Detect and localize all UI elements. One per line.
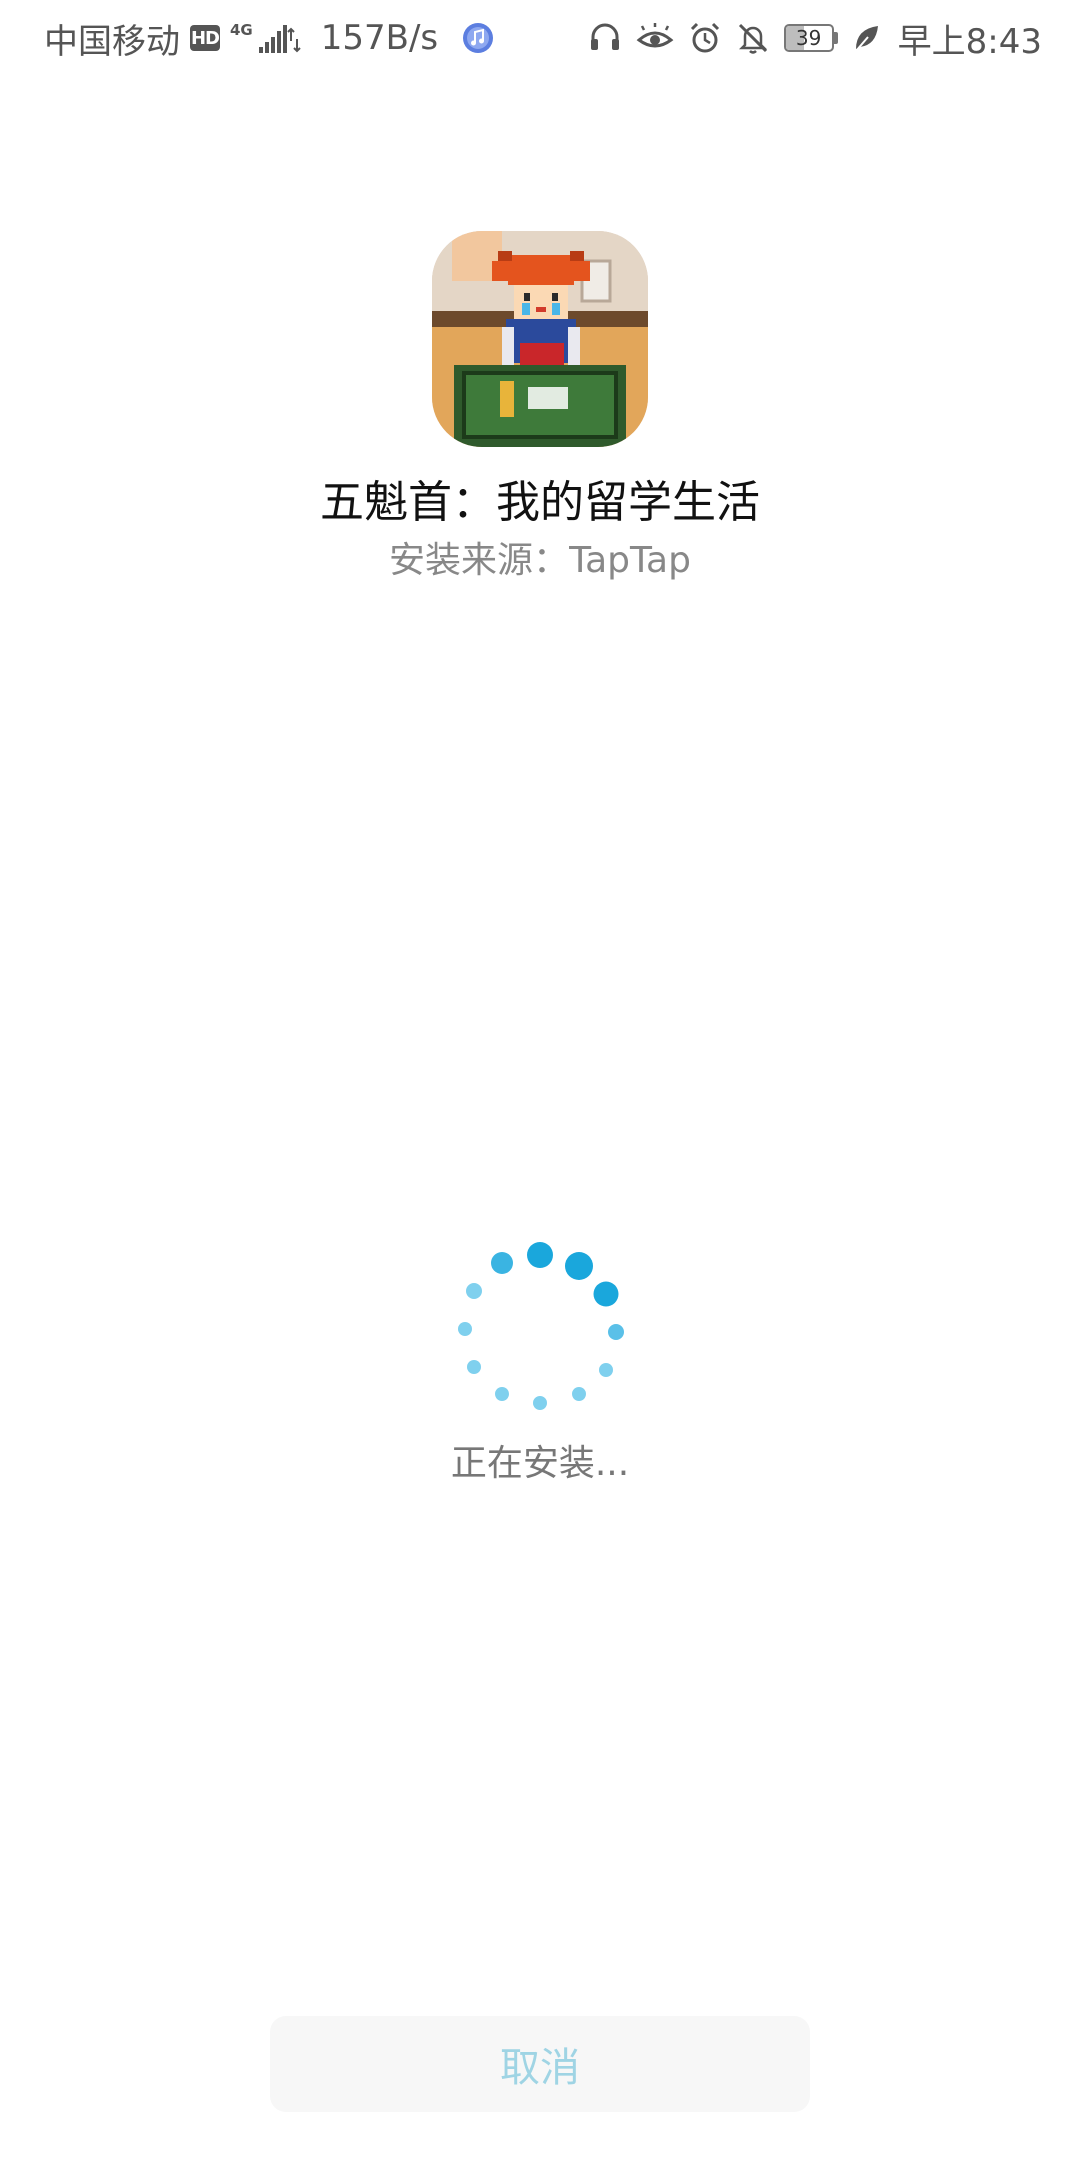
eye-comfort-icon [636,23,674,48]
install-source: 安装来源：TapTap [0,534,1080,588]
install-source-value: TapTap [569,540,691,581]
status-bar: 中国移动 HD 4G 157B/s 39 早上8:43 [0,0,1080,76]
app-icon [432,231,648,447]
spinner-dot [495,1387,509,1401]
spinner-dot [527,1242,553,1268]
install-status-text: 正在安装... [450,1443,630,1484]
spinner-dot [572,1387,586,1401]
battery-icon: 39 [783,24,838,52]
spinner-dot [593,1281,619,1307]
signal-icon [258,25,301,53]
leaf-power-saving-icon [854,26,878,52]
spinner-dot [466,1283,482,1299]
alarm-icon [690,22,719,53]
battery-level: 39 [795,26,822,50]
mute-bell-icon [738,23,767,54]
headset-icon [590,23,619,50]
clock: 早上8:43 [897,21,1042,62]
spinner-dot [565,1252,593,1280]
game-character-icon [432,231,648,447]
status-bar-right: 39 早上8:43 [588,14,1042,62]
app-name: 五魁首：我的留学生活 [320,477,760,528]
spinner-dot [533,1396,547,1410]
network-speed: 157B/s [320,18,439,58]
spinner-dot [458,1322,472,1336]
spinner-dot [608,1324,624,1340]
loading-spinner [458,1242,624,1410]
carrier-name: 中国移动 [44,21,180,62]
hd-icon: HD [190,25,220,51]
network-type: 4G [230,21,253,39]
cancel-button[interactable]: 取消 [270,2016,810,2112]
spinner-dot [467,1360,481,1374]
music-app-icon [462,22,494,54]
spinner-dot [491,1252,513,1274]
install-screen: 中国移动 HD 4G 157B/s 39 早上8:43 五魁首：我的留学生活 安… [0,0,1080,2160]
install-source-label: 安装来源： [389,540,570,581]
status-bar-left: 中国移动 HD 4G 157B/s [44,14,494,62]
spinner-dot [599,1363,613,1377]
